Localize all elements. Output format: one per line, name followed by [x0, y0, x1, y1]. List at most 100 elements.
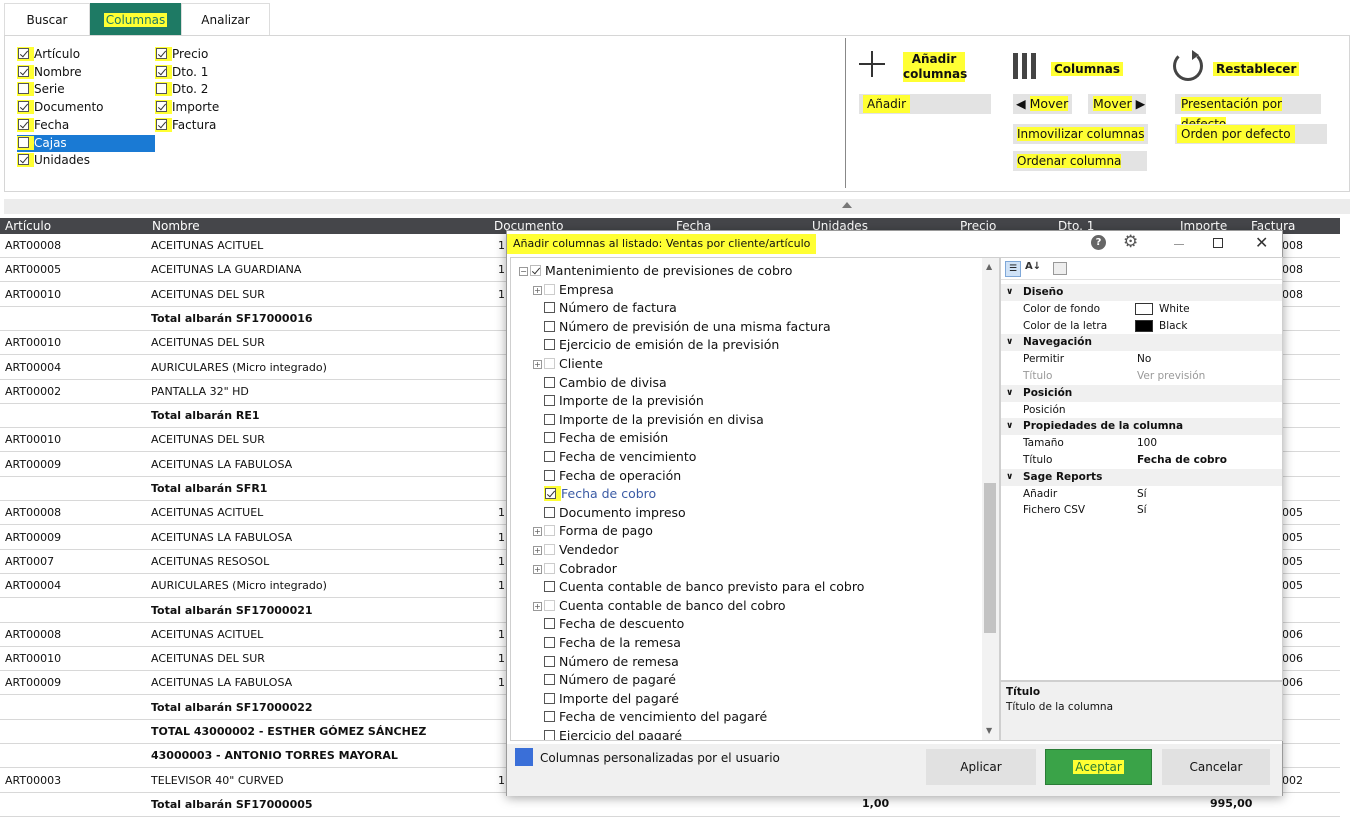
property-value[interactable]: Black	[1159, 318, 1187, 335]
tab-analizar[interactable]: Analizar	[181, 3, 270, 35]
expand-icon[interactable]: +	[533, 285, 542, 295]
property-value[interactable]: No	[1137, 351, 1151, 368]
checkbox[interactable]	[544, 562, 555, 574]
header-articulo[interactable]: Artículo	[5, 218, 51, 235]
tab-columnas[interactable]: Columnas	[90, 3, 181, 35]
column-checkbox-2[interactable]: Nombre	[17, 64, 82, 81]
property-category[interactable]: ∨ Sage Reports	[1001, 468, 1282, 486]
tree-item[interactable]: Importe de la previsión en divisa	[544, 411, 764, 429]
columns-tree[interactable]: − Mantenimiento de previsiones de cobro + E…	[510, 257, 1000, 741]
checkbox[interactable]	[544, 544, 555, 555]
tree-item[interactable]: + Cobrador	[533, 560, 617, 578]
expand-icon[interactable]: +	[533, 360, 542, 369]
column-checkbox-2[interactable]: Dto. 1	[155, 64, 208, 81]
property-category[interactable]: ∨ Posición	[1001, 384, 1282, 402]
property-row[interactable]: Fichero CSV Sí	[1001, 502, 1282, 519]
tree-item[interactable]: Fecha de vencimiento del pagaré	[544, 708, 767, 726]
checkbox[interactable]	[544, 432, 555, 444]
column-checkbox-3[interactable]: Serie	[17, 81, 65, 98]
sort-column-button[interactable]: Ordenar columna	[1013, 151, 1147, 171]
checkbox[interactable]	[544, 674, 555, 686]
cancel-button[interactable]: Cancelar	[1162, 749, 1270, 785]
add-columns-title[interactable]: Añadir columnas	[903, 52, 967, 82]
tree-item[interactable]: Ejercicio de emisión de la previsión	[544, 336, 779, 354]
expand-icon[interactable]: +	[533, 546, 542, 555]
checkbox[interactable]	[544, 283, 555, 295]
categorized-icon[interactable]: ☰	[1005, 261, 1021, 277]
sort-az-icon[interactable]: A↓	[1025, 261, 1041, 272]
scroll-down-icon[interactable]: ▼	[986, 726, 992, 735]
checkbox[interactable]	[18, 154, 29, 166]
tree-item[interactable]: − Mantenimiento de previsiones de cobro	[519, 262, 792, 280]
freeze-columns-button[interactable]: Inmovilizar columnas	[1013, 124, 1148, 144]
tree-item[interactable]: Ejercicio del pagaré	[544, 727, 682, 740]
column-checkbox-6[interactable]: Cajas	[17, 134, 155, 152]
tree-item[interactable]: Número de remesa	[544, 653, 679, 671]
property-row[interactable]: Título Ver previsión	[1001, 368, 1282, 385]
accept-button[interactable]: Aceptar	[1045, 749, 1152, 785]
checkbox[interactable]	[18, 101, 29, 113]
checkbox[interactable]	[544, 692, 555, 704]
tree-item[interactable]: + Cliente	[533, 355, 603, 373]
checkbox[interactable]	[544, 339, 555, 351]
minimize-icon[interactable]	[1174, 244, 1184, 245]
column-checkbox-7[interactable]: Unidades	[17, 152, 90, 169]
tree-item[interactable]: Fecha de vencimiento	[544, 448, 696, 466]
collapse-icon[interactable]: −	[519, 267, 528, 276]
checkbox[interactable]	[530, 265, 541, 276]
property-value[interactable]: Ver previsión	[1137, 368, 1205, 385]
tree-item[interactable]: Fecha de descuento	[544, 615, 684, 633]
gear-icon[interactable]: ⚙	[1123, 232, 1138, 252]
checkbox[interactable]	[544, 525, 555, 537]
checkbox[interactable]	[544, 395, 555, 407]
tree-item[interactable]: Fecha de operación	[544, 467, 681, 485]
tree-item[interactable]: Fecha de emisión	[544, 429, 668, 447]
tree-item[interactable]: + Empresa	[533, 281, 614, 299]
plus-icon[interactable]	[858, 50, 886, 78]
checkbox[interactable]	[156, 65, 167, 77]
expand-icon[interactable]: +	[533, 601, 542, 611]
expand-icon[interactable]: +	[533, 564, 542, 574]
maximize-icon[interactable]	[1213, 238, 1223, 248]
tab-buscar[interactable]: Buscar	[4, 3, 90, 35]
checkbox[interactable]	[18, 48, 29, 59]
checkbox[interactable]	[544, 618, 555, 630]
property-row[interactable]: Permitir No	[1001, 351, 1282, 368]
checkbox[interactable]	[544, 711, 555, 723]
checkbox[interactable]	[544, 358, 555, 369]
property-row[interactable]: Color de la letra Black	[1001, 318, 1282, 335]
column-checkbox-3[interactable]: Dto. 2	[155, 81, 208, 98]
checkbox[interactable]	[544, 599, 555, 611]
default-layout-button[interactable]: Presentación por defecto	[1175, 94, 1321, 131]
tree-item[interactable]: Documento impreso	[544, 504, 686, 522]
help-icon[interactable]: ?	[1091, 235, 1106, 250]
tree-item[interactable]: Cuenta contable de banco previsto para e…	[544, 578, 864, 596]
collapse-bar[interactable]	[4, 199, 1350, 214]
column-checkbox-1[interactable]: Precio	[155, 46, 208, 63]
checkbox[interactable]	[544, 655, 555, 667]
move-left-button[interactable]: ◀ Mover	[1013, 94, 1072, 114]
scroll-up-icon[interactable]: ▲	[986, 262, 992, 271]
property-value[interactable]: Fecha de cobro	[1137, 452, 1227, 469]
property-value[interactable]: White	[1159, 301, 1190, 318]
property-row[interactable]: Tamaño 100	[1001, 435, 1282, 452]
checkbox[interactable]	[544, 469, 555, 481]
checkbox[interactable]	[544, 320, 555, 332]
column-checkbox-5[interactable]: Fecha	[17, 117, 69, 134]
chevron-down-icon[interactable]: ∨	[1006, 418, 1013, 435]
chevron-down-icon[interactable]: ∨	[1006, 385, 1013, 402]
chevron-up-icon[interactable]	[842, 202, 852, 208]
chevron-down-icon[interactable]: ∨	[1006, 469, 1013, 486]
checkbox[interactable]	[18, 83, 29, 95]
checkbox[interactable]	[156, 83, 167, 95]
header-nombre[interactable]: Nombre	[152, 218, 200, 235]
column-checkbox-4[interactable]: Documento	[17, 99, 104, 116]
property-value[interactable]: Sí	[1137, 486, 1147, 503]
property-category[interactable]: ∨ Diseño	[1001, 284, 1282, 301]
checkbox[interactable]	[544, 506, 555, 518]
property-row[interactable]: Título Fecha de cobro	[1001, 452, 1282, 469]
property-category[interactable]: ∨ Propiedades de la columna	[1001, 418, 1282, 436]
tree-item[interactable]: + Cuenta contable de banco del cobro	[533, 597, 786, 615]
chevron-down-icon[interactable]: ∨	[1006, 334, 1013, 351]
checkbox[interactable]	[544, 302, 555, 314]
